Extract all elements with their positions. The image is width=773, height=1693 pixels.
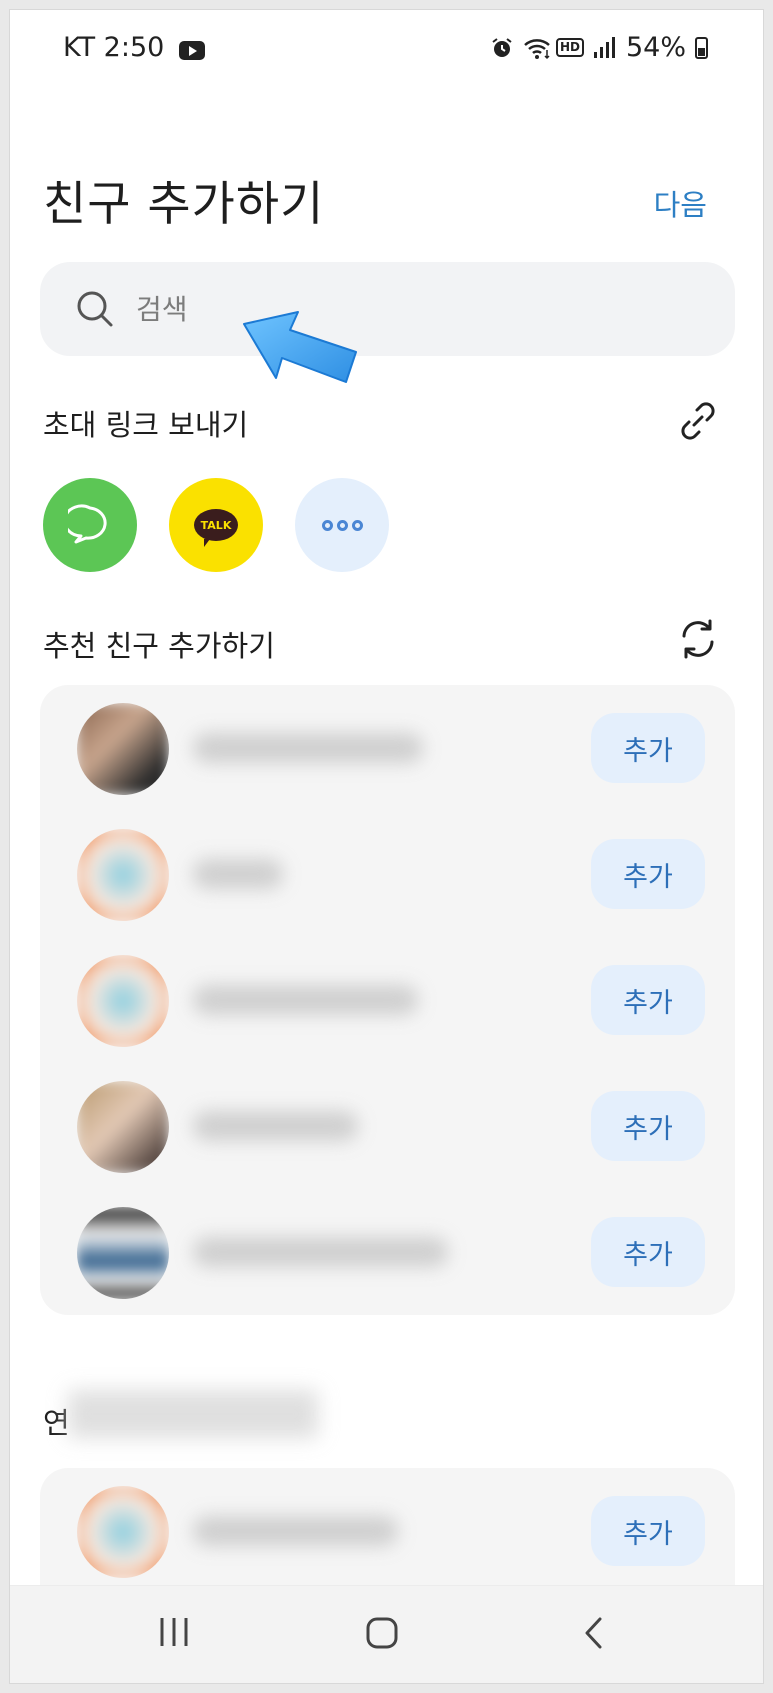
carrier-time: KT 2:50 [63,32,165,63]
home-icon[interactable] [365,1616,399,1650]
avatar [77,1081,169,1173]
list-item: 추가 [40,937,735,1063]
phone-screen: KT 2:50 HD 54% 친구 추가하기 다음 검색 초대 링크 보내기 T… [9,9,764,1684]
avatar [77,955,169,1047]
invite-section-title: 초대 링크 보내기 [43,408,249,442]
share-kakaotalk-button[interactable]: TALK [169,478,263,572]
blurred-name [193,859,283,889]
avatar [77,703,169,795]
add-friend-button[interactable]: 추가 [591,839,705,909]
wifi-icon [523,36,550,60]
add-contact-button[interactable]: 추가 [591,1496,705,1566]
link-icon[interactable] [677,400,719,442]
status-bar: KT 2:50 HD 54% [10,10,763,82]
alarm-icon [490,36,514,60]
search-input[interactable] [136,292,636,326]
kakaotalk-icon: TALK [194,509,238,547]
recent-apps-icon[interactable] [158,1616,190,1648]
list-item: 추가 [40,811,735,937]
list-item: 추가 [40,1468,735,1594]
recommended-section-title: 추천 친구 추가하기 [43,629,275,663]
list-item: 추가 [40,685,735,811]
hd-voice-icon: HD [555,38,584,57]
blurred-name [193,1111,358,1141]
blurred-name [193,1516,398,1546]
recommended-list: 추가 추가 추가 추가 추가 [40,685,735,1315]
next-button[interactable]: 다음 [654,182,707,224]
list-item: 추가 [40,1189,735,1315]
add-friend-button[interactable]: 추가 [591,965,705,1035]
youtube-icon [179,41,205,60]
blurred-section-title [68,1390,318,1438]
more-icon [321,519,363,531]
page-title: 친구 추가하기 [43,177,325,232]
share-messages-button[interactable] [43,478,137,572]
message-bubble-icon [68,504,107,544]
blurred-name [193,985,418,1015]
blurred-name [193,1237,448,1267]
system-nav-bar [10,1585,763,1683]
avatar [77,1207,169,1299]
search-bar[interactable] [40,262,735,356]
avatar [77,1486,169,1578]
add-friend-button[interactable]: 추가 [591,713,705,783]
blurred-name [193,733,423,763]
avatar [77,829,169,921]
contacts-section-title: 연 [43,1406,70,1440]
search-icon [77,291,113,327]
refresh-icon[interactable] [677,618,719,660]
share-more-button[interactable] [295,478,389,572]
signal-icon [593,36,617,60]
back-icon[interactable] [582,1616,606,1650]
add-friend-button[interactable]: 추가 [591,1091,705,1161]
battery-icon [695,36,708,59]
annotation-arrow [243,311,357,383]
add-friend-button[interactable]: 추가 [591,1217,705,1287]
list-item: 추가 [40,1063,735,1189]
battery-percent: 54% [625,32,686,63]
